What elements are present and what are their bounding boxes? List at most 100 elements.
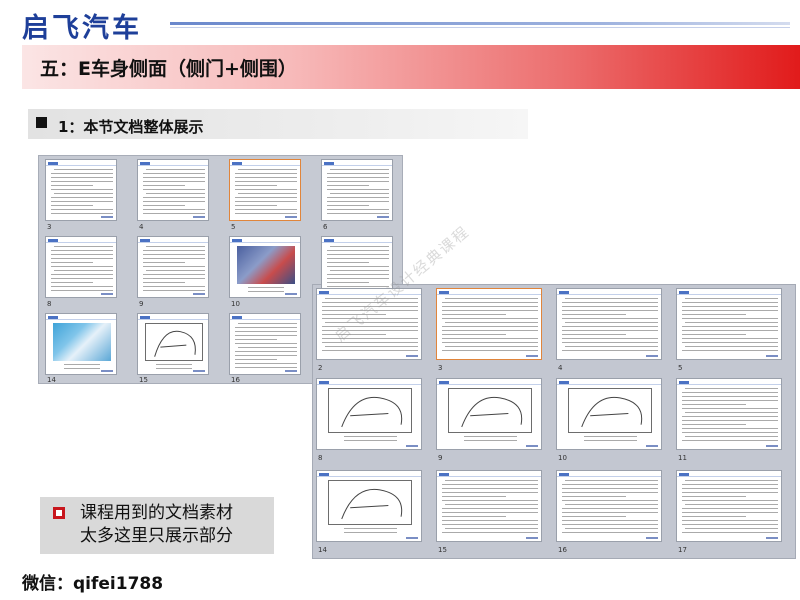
page-text-line (327, 197, 389, 198)
left-page-thumbnail[interactable] (137, 159, 209, 221)
page-text-line (235, 209, 297, 210)
left-page-number: 10 (231, 300, 240, 308)
page-header-rule (557, 476, 661, 477)
page-text-line (327, 282, 369, 283)
page-text-line (143, 254, 205, 255)
right-page-thumbnail[interactable] (436, 378, 542, 450)
page-footer-mark (526, 537, 538, 539)
page-text-line (685, 346, 778, 347)
left-page-number: 8 (47, 300, 52, 308)
left-page-thumbnail[interactable] (229, 159, 301, 221)
right-page-thumbnail[interactable] (676, 470, 782, 542)
page-text-line (442, 488, 538, 489)
left-page-thumbnail[interactable] (45, 313, 117, 375)
left-page-thumbnail[interactable] (137, 236, 209, 298)
page-text-line (54, 193, 113, 194)
page-text-line (565, 346, 658, 347)
page-text-line (682, 334, 746, 335)
page-text-line (682, 318, 778, 319)
page-caption-line (583, 435, 637, 437)
page-text-line (562, 496, 626, 497)
right-page-thumbnail[interactable] (556, 470, 662, 542)
page-text-line (330, 270, 389, 271)
page-text-line (51, 185, 93, 186)
left-page-thumbnail[interactable] (137, 313, 209, 375)
page-text-line (51, 278, 113, 279)
page-caption-line (64, 368, 100, 370)
page-caption-line (64, 364, 100, 366)
page-text-line (54, 169, 113, 170)
page-text-line (330, 193, 389, 194)
page-text-line (442, 306, 538, 307)
right-page-thumbnail[interactable] (556, 378, 662, 450)
section-title: 五：E车身侧面（侧门+侧围） (40, 58, 297, 80)
right-page-thumbnail[interactable] (556, 288, 662, 360)
page-text-line (682, 532, 778, 533)
page-text-line (51, 181, 113, 182)
page-text-line (562, 338, 658, 339)
page-text-line (562, 508, 658, 509)
left-page-thumbnail[interactable] (45, 236, 117, 298)
sketch-path (580, 396, 642, 428)
page-caption-line (248, 287, 284, 289)
right-page-number: 5 (678, 364, 683, 372)
right-page-thumbnail[interactable] (316, 470, 422, 542)
page-text-line (322, 350, 418, 351)
page-text-line (562, 330, 658, 331)
page-header-rule (230, 319, 300, 320)
page-text-line (238, 323, 297, 324)
right-page-number: 4 (558, 364, 563, 372)
right-page-thumbnail[interactable] (676, 378, 782, 450)
page-text-line (562, 302, 658, 303)
right-page-thumbnail[interactable] (436, 288, 542, 360)
page-text-line (143, 258, 205, 259)
page-text-line (682, 496, 746, 497)
page-text-line (562, 318, 658, 319)
sketch-path (154, 330, 197, 357)
page-text-line (565, 480, 658, 481)
left-page-thumbnail[interactable] (45, 159, 117, 221)
right-page-number: 2 (318, 364, 323, 372)
right-page-thumbnail[interactable] (676, 288, 782, 360)
page-caption-line (343, 527, 397, 529)
page-footer-mark (646, 355, 658, 357)
left-page-thumbnail[interactable] (321, 159, 393, 221)
page-text-line (682, 520, 778, 521)
page-caption-line (463, 435, 517, 437)
page-text-line (442, 532, 538, 533)
page-text-line (51, 209, 113, 210)
page-text-line (327, 254, 389, 255)
page-footer-mark (646, 445, 658, 447)
page-footer-mark (285, 370, 297, 372)
page-text-line (235, 181, 297, 182)
page-text-line (682, 350, 778, 351)
right-page-thumbnail[interactable] (316, 378, 422, 450)
header-rule-thin (170, 27, 790, 28)
page-text-line (327, 250, 389, 251)
page-text-line (51, 177, 113, 178)
page-text-line (327, 205, 369, 206)
right-page-thumbnail[interactable] (436, 470, 542, 542)
sketch-lines (340, 396, 402, 428)
page-drawing (145, 323, 203, 362)
left-page-thumbnail[interactable] (229, 313, 301, 375)
left-page-number: 6 (323, 223, 328, 231)
page-text-line (51, 266, 113, 267)
page-caption-line (343, 439, 397, 441)
page-text-line (325, 346, 418, 347)
page-text-line (682, 338, 778, 339)
page-text-line (51, 258, 113, 259)
wechat-contact: 微信：qifei1788 (22, 574, 164, 594)
page-footer-mark (526, 445, 538, 447)
left-page-thumbnail[interactable] (229, 236, 301, 298)
page-text-line (143, 209, 205, 210)
page-drawing (567, 388, 653, 433)
page-text-line (51, 282, 93, 283)
page-header-rule (138, 319, 208, 320)
page-text-line (51, 250, 113, 251)
page-text-line (51, 274, 113, 275)
page-text-line (143, 189, 205, 190)
sketch-lines (580, 396, 642, 428)
page-text-line (238, 347, 297, 348)
page-text-line (327, 173, 389, 174)
